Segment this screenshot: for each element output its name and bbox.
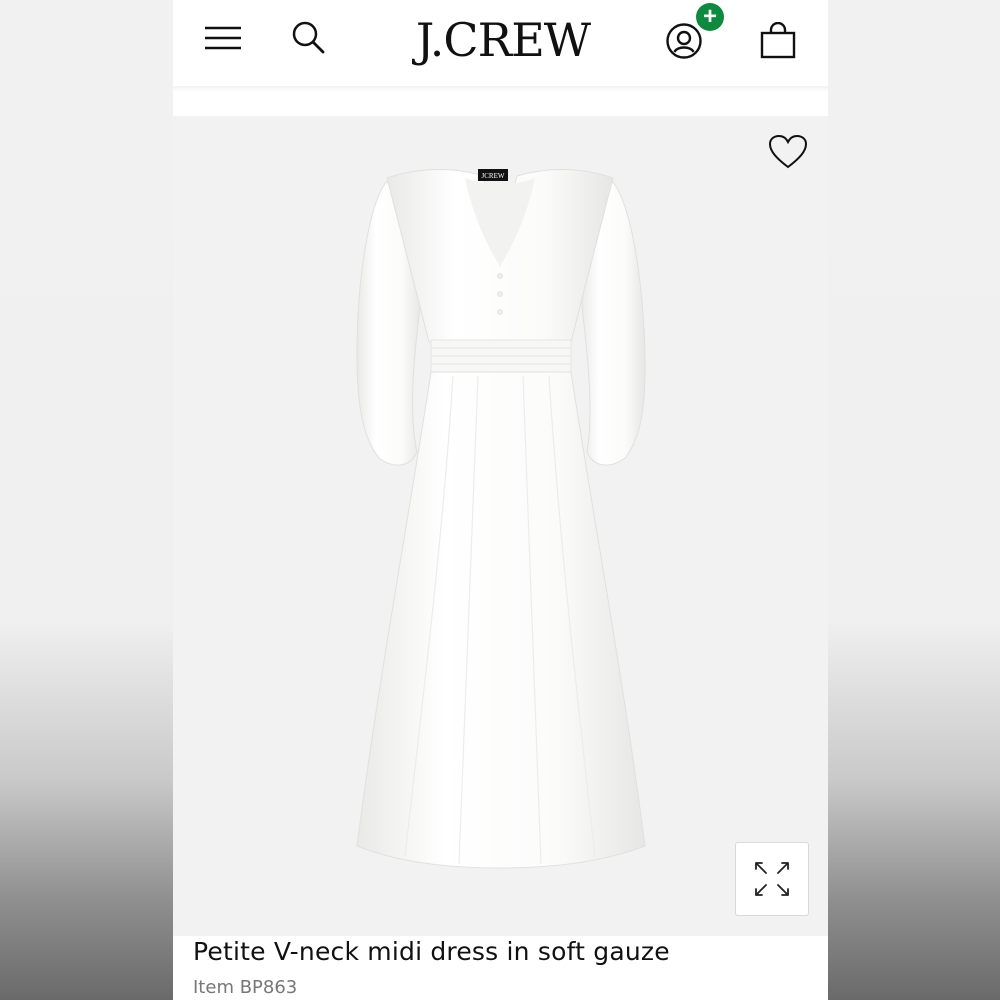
expand-icon [755,862,789,896]
menu-button[interactable] [199,18,247,58]
search-icon [292,21,325,54]
dress-image: JCREW [356,169,646,869]
product-title: Petite V-neck midi dress in soft gauze [193,937,670,966]
expand-image-button[interactable] [735,842,809,916]
account-badge-plus: + [696,3,724,31]
product-item-number: Item BP863 [193,977,298,998]
phone-screen: J.CREW + JCREW Petite V-neck midi dress … [173,0,828,1000]
jcrew-logo[interactable]: J.CREW [403,10,603,70]
dress-label-text: JCREW [482,172,505,180]
shopping-bag-button[interactable] [755,18,801,64]
shopping-bag-icon [760,22,796,59]
favorite-button[interactable] [765,130,811,174]
site-header: J.CREW + [173,0,828,88]
account-icon [666,23,702,59]
search-button[interactable] [285,16,333,60]
hamburger-menu-icon [205,26,241,50]
product-image[interactable]: JCREW [173,116,828,936]
header-divider [173,86,828,92]
heart-icon [768,134,808,169]
